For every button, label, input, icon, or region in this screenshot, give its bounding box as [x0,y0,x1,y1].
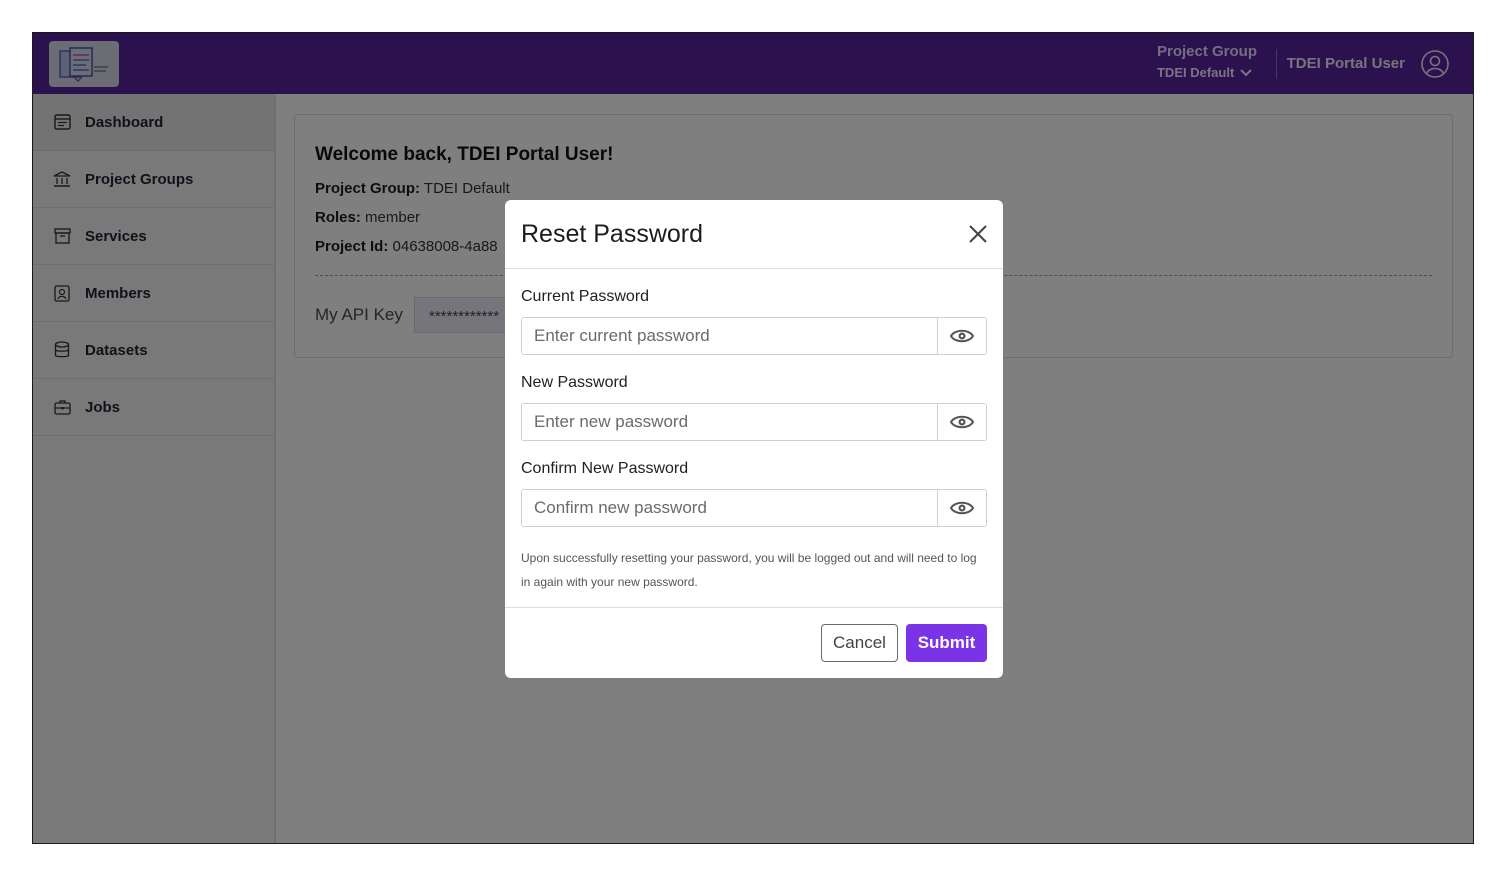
confirm-password-group [521,489,987,527]
new-password-label: New Password [521,374,628,391]
current-password-group [521,317,987,355]
submit-button[interactable]: Submit [906,624,987,662]
toggle-current-password-button[interactable] [937,318,986,354]
confirm-password-label: Confirm New Password [521,460,689,477]
reset-password-modal: Reset Password Current Password New Pass… [505,200,1003,678]
reset-password-note: Upon successfully resetting your passwor… [521,551,977,589]
confirm-password-input[interactable] [522,490,937,526]
modal-header: Reset Password [505,200,1003,269]
toggle-confirm-password-button[interactable] [937,490,986,526]
current-password-label: Current Password [521,288,650,305]
toggle-new-password-button[interactable] [937,404,986,440]
new-password-input[interactable] [522,404,937,440]
new-password-group [521,403,987,441]
eye-icon [950,329,974,343]
eye-icon [950,501,974,515]
current-password-input[interactable] [522,318,937,354]
modal-footer: Cancel Submit [505,607,1003,678]
close-icon[interactable] [967,223,989,245]
modal-title: Reset Password [521,220,704,248]
cancel-button[interactable]: Cancel [821,624,898,662]
eye-icon [950,415,974,429]
